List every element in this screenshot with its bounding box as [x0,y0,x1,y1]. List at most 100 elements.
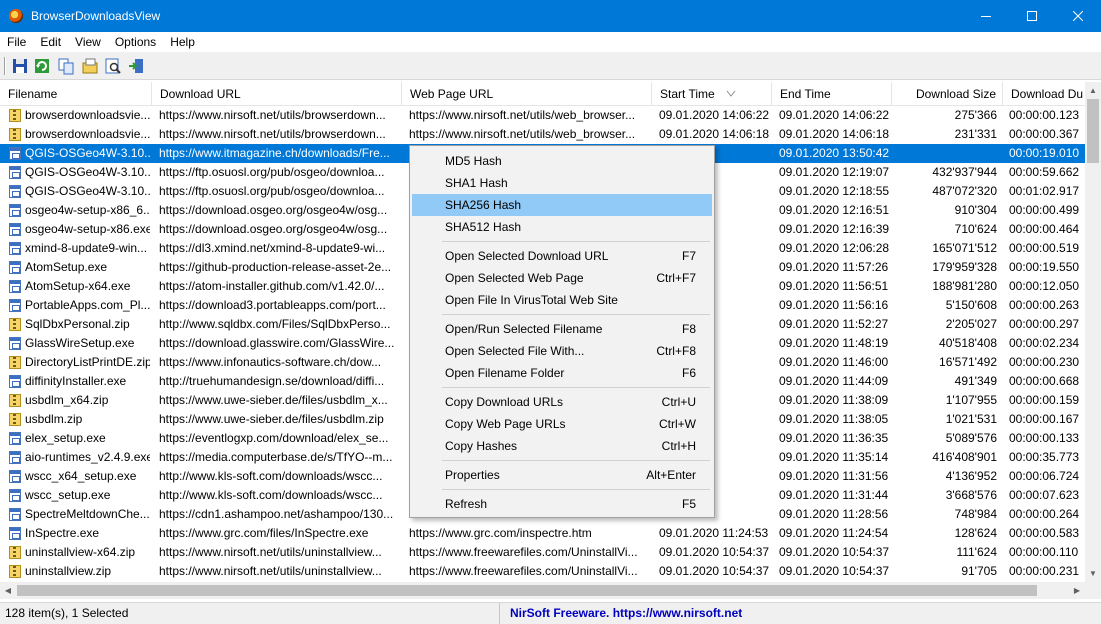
horizontal-scroll-thumb[interactable] [17,585,1037,596]
cell-download-url: https://cdn1.ashampoo.net/ashampoo/130..… [159,507,394,521]
cell-download-size: 275'366 [954,108,997,122]
cell-download-url: https://ftp.osuosl.org/pub/osgeo/downloa… [159,165,385,179]
zip-file-icon [9,394,21,407]
exe-file-icon [9,299,21,312]
column-header-web-page-url[interactable]: Web Page URL [402,82,652,106]
menu-item-open-filename-folder[interactable]: Open Filename Folder F6 [412,362,712,384]
nirsoft-link[interactable]: NirSoft Freeware. https://www.nirsoft.ne… [510,603,742,624]
cell-filename: AtomSetup.exe [25,260,108,274]
menu-edit[interactable]: Edit [33,32,68,52]
table-row[interactable]: browserdownloadsvie... https://www.nirsof… [0,125,1085,144]
table-row[interactable]: browserdownloadsvie... https://www.nirsof… [0,106,1085,125]
maximize-button[interactable] [1009,0,1055,32]
scroll-up-icon[interactable]: ▲ [1085,82,1101,99]
menu-item-sha512-hash[interactable]: SHA512 Hash [412,216,712,238]
minimize-button[interactable] [963,0,1009,32]
cell-filename: PortableApps.com_Pl... [25,298,150,312]
exe-file-icon [9,223,21,236]
cell-download-duration: 00:00:00.297 [1009,317,1080,331]
list-header: Filename Download URL Web Page URL Start… [0,82,1085,106]
window-title: BrowserDownloadsView [31,9,161,23]
menu-file[interactable]: File [0,32,33,52]
menu-item-open-selected-download-url[interactable]: Open Selected Download URL F7 [412,245,712,267]
scroll-right-icon[interactable]: ▶ [1069,582,1085,599]
cell-web-page-url: https://www.freewarefiles.com/UninstallV… [409,545,638,559]
cell-filename: usbdlm.zip [25,412,83,426]
cell-filename: AtomSetup-x64.exe [25,279,131,293]
find-button[interactable] [104,57,122,75]
exe-file-icon [9,451,21,464]
cell-end-time: 09.01.2020 11:57:26 [779,260,889,274]
horizontal-scrollbar[interactable]: ◀ ▶ [0,582,1085,599]
vertical-scroll-thumb[interactable] [1087,99,1099,163]
cell-start-time: 09.01.2020 11:24:53 [659,526,769,540]
refresh-button[interactable] [33,57,51,75]
cell-download-size: 487'072'320 [932,184,997,198]
scroll-left-icon[interactable]: ◀ [0,582,16,599]
cell-download-url: https://www.infonautics-software.ch/dow.… [159,355,382,369]
status-bar: 128 item(s), 1 Selected NirSoft Freeware… [0,602,1101,624]
cell-start-time: 09.01.2020 14:06:18 [659,127,769,141]
cell-end-time: 09.01.2020 13:50:42 [779,146,889,160]
cell-download-size: 111'624 [956,545,997,559]
column-header-end-time[interactable]: End Time [772,82,892,106]
toolbar-grip [4,57,6,75]
column-header-download-duration[interactable]: Download Du [1003,82,1093,106]
menu-item-refresh[interactable]: Refresh F5 [412,493,712,515]
toolbar [0,52,1101,80]
table-row[interactable]: InSpectre.exe https://www.grc.com/files/I… [0,524,1085,543]
cell-end-time: 09.01.2020 11:46:00 [779,355,889,369]
cell-download-url: http://www.kls-soft.com/downloads/wscc..… [159,469,383,483]
scroll-down-icon[interactable]: ▼ [1085,565,1101,582]
exe-file-icon [9,185,21,198]
zip-file-icon [9,128,21,141]
menu-item-open-file-in-virustotal-web-site[interactable]: Open File In VirusTotal Web Site [412,289,712,311]
menu-view[interactable]: View [68,32,108,52]
vertical-scrollbar[interactable]: ▲ ▼ [1085,82,1101,582]
menu-item-label: Open Selected File With... [445,344,585,358]
menu-item-shortcut: Ctrl+F7 [656,271,696,285]
menu-help[interactable]: Help [163,32,202,52]
copy-button[interactable] [57,57,75,75]
cell-download-duration: 00:00:00.367 [1009,127,1080,141]
cell-filename: QGIS-OSGeo4W-3.10.... [25,165,150,179]
cell-download-duration: 00:00:00.464 [1009,222,1080,236]
column-header-download-url[interactable]: Download URL [152,82,402,106]
cell-filename: QGIS-OSGeo4W-3.10.... [25,184,150,198]
table-row[interactable]: uninstallview-x64.zip https://www.nirsoft… [0,543,1085,562]
column-header-filename[interactable]: Filename [0,82,152,106]
menu-item-open-selected-file-with[interactable]: Open Selected File With... Ctrl+F8 [412,340,712,362]
cell-web-page-url: https://www.grc.com/inspectre.htm [409,526,592,540]
menu-item-copy-download-urls[interactable]: Copy Download URLs Ctrl+U [412,391,712,413]
column-header-download-size[interactable]: Download Size [892,82,1003,106]
menu-item-properties[interactable]: Properties Alt+Enter [412,464,712,486]
menu-item-sha1-hash[interactable]: SHA1 Hash [412,172,712,194]
column-header-start-time[interactable]: Start Time [652,82,772,106]
menu-item-sha256-hash[interactable]: SHA256 Hash [412,194,712,216]
cell-download-duration: 00:00:00.519 [1009,241,1080,255]
cell-download-size: 40'518'408 [939,336,997,350]
menu-item-label: MD5 Hash [445,154,502,168]
menu-item-copy-web-page-urls[interactable]: Copy Web Page URLs Ctrl+W [412,413,712,435]
menu-options[interactable]: Options [108,32,163,52]
close-button[interactable] [1055,0,1101,32]
cell-filename: diffinityInstaller.exe [25,374,127,388]
cell-end-time: 09.01.2020 11:36:35 [779,431,889,445]
menu-separator [442,387,710,388]
cell-download-url: https://dl3.xmind.net/xmind-8-update9-wi… [159,241,386,255]
menu-item-open-selected-web-page[interactable]: Open Selected Web Page Ctrl+F7 [412,267,712,289]
menu-separator [442,460,710,461]
cell-end-time: 09.01.2020 11:44:09 [779,374,889,388]
table-row[interactable]: uninstallview.zip https://www.nirsoft.net… [0,562,1085,581]
cell-download-size: 491'349 [954,374,997,388]
exit-button[interactable] [127,57,145,75]
menu-item-shortcut: F5 [681,497,696,511]
properties-button[interactable] [81,57,99,75]
menu-item-copy-hashes[interactable]: Copy Hashes Ctrl+H [412,435,712,457]
cell-download-duration: 00:00:59.662 [1009,165,1080,179]
menu-item-open-run-selected-filename[interactable]: Open/Run Selected Filename F8 [412,318,712,340]
cell-download-duration: 00:00:35.773 [1009,450,1080,464]
menu-item-md5-hash[interactable]: MD5 Hash [412,150,712,172]
cell-end-time: 09.01.2020 11:28:56 [779,507,889,521]
save-button[interactable] [11,57,29,75]
